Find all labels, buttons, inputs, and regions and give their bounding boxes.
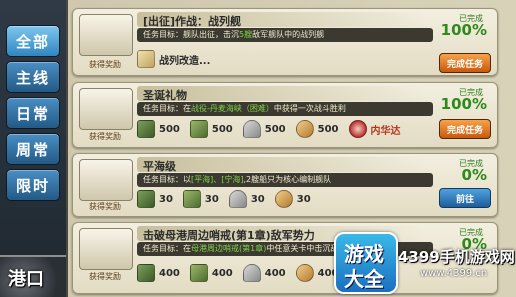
reward-value: 30 (296, 193, 311, 205)
steel-icon (242, 120, 261, 138)
quest-screen: { "nav": { "tabs": [ {"label": "全部"}, {"… (0, 0, 516, 297)
reward-value: 400 (264, 267, 286, 279)
quest-title: 击破母港周边哨戒(第1章)敌军势力 (143, 229, 315, 242)
reward-label: 获得奖励 (89, 60, 121, 69)
quest-icon (79, 88, 133, 130)
reward-value: 500 (159, 123, 180, 135)
reward-value: 500 (211, 123, 233, 135)
reward-value: 30 (159, 193, 173, 205)
fuel-icon (137, 264, 155, 282)
watermark-logo: 游戏 大全 (334, 232, 398, 294)
reward-value: 500 (264, 123, 286, 135)
reward-label: 获得奖励 (89, 202, 121, 211)
steel-icon (242, 264, 261, 282)
quest-title: 平海级 (143, 160, 176, 173)
quest-goal: 任务目标：舰队出征，击沉5艘敌军舰队中的战列舰 (143, 30, 325, 39)
bauxite-icon (295, 120, 314, 138)
ammo-icon (189, 264, 208, 282)
port-button[interactable]: 港口 (0, 255, 66, 297)
quest-title: [出征]作战：战列舰 (143, 15, 242, 28)
watermark-logo-line2: 大全 (344, 267, 384, 291)
tab-weekly[interactable]: 周常 (6, 133, 60, 165)
reward-value: 400 (211, 267, 233, 279)
goto-button[interactable]: 前往 (439, 188, 491, 208)
bauxite-icon (274, 190, 293, 208)
complete-quest-button[interactable]: 完成任务 (439, 53, 491, 73)
tab-all[interactable]: 全部 (6, 25, 60, 57)
ship-reward-name: 内华达 (370, 125, 401, 137)
watermark-site: 4399手机游戏网 (398, 248, 515, 266)
quest-card: 获得奖励 [出征]作战：战列舰 任务目标：舰队出征，击沉5艘敌军舰队中的战列舰 … (72, 8, 498, 76)
quest-icon (79, 14, 133, 56)
tab-daily[interactable]: 日常 (6, 97, 60, 129)
quest-card: 获得奖励 圣诞礼物 任务目标：在战役-丹麦海峡（困难）中获得一次战斗胜利 已完成… (72, 82, 498, 148)
progress-percent: 100% (440, 21, 487, 39)
reward-label: 获得奖励 (89, 132, 121, 141)
reward-label: 获得奖励 (89, 272, 121, 281)
reward-value: 30 (204, 193, 219, 205)
reward-value: 400 (159, 267, 180, 279)
quest-icon (79, 159, 133, 201)
quest-icon (79, 228, 133, 270)
reward-book-icon (137, 50, 155, 68)
watermark-url: www.4399.cn (420, 268, 488, 279)
ship-reward-icon (348, 120, 367, 138)
quest-goal: 任务目标：在母港周边哨戒(第1章)中任意关卡中击沉敌 (143, 244, 339, 253)
side-nav: 全部 主线 日常 周常 限时 港口 (0, 0, 66, 297)
tab-main[interactable]: 主线 (6, 61, 60, 93)
quest-title: 圣诞礼物 (143, 89, 187, 102)
port-label: 港口 (8, 269, 44, 290)
complete-quest-button[interactable]: 完成任务 (439, 119, 491, 139)
quest-card: 获得奖励 平海级 任务目标：以[平海]、[宁海],2艘船只为核心编制舰队 已完成… (72, 153, 498, 217)
quest-goal: 任务目标：以[平海]、[宁海],2艘船只为核心编制舰队 (143, 175, 332, 184)
bauxite-icon (295, 264, 314, 282)
progress-percent: 100% (440, 95, 487, 113)
reward-value: 30 (250, 193, 265, 205)
steel-icon (228, 190, 247, 208)
fuel-icon (137, 120, 155, 138)
reward-value: 500 (317, 123, 339, 135)
fuel-icon (137, 190, 155, 208)
quest-goal: 任务目标：在战役-丹麦海峡（困难）中获得一次战斗胜利 (143, 104, 346, 113)
ammo-icon (189, 120, 208, 138)
ammo-icon (182, 190, 201, 208)
reward-text: 战列改造... (159, 55, 211, 67)
progress-percent: 0% (461, 166, 487, 184)
tab-limited[interactable]: 限时 (6, 169, 60, 201)
